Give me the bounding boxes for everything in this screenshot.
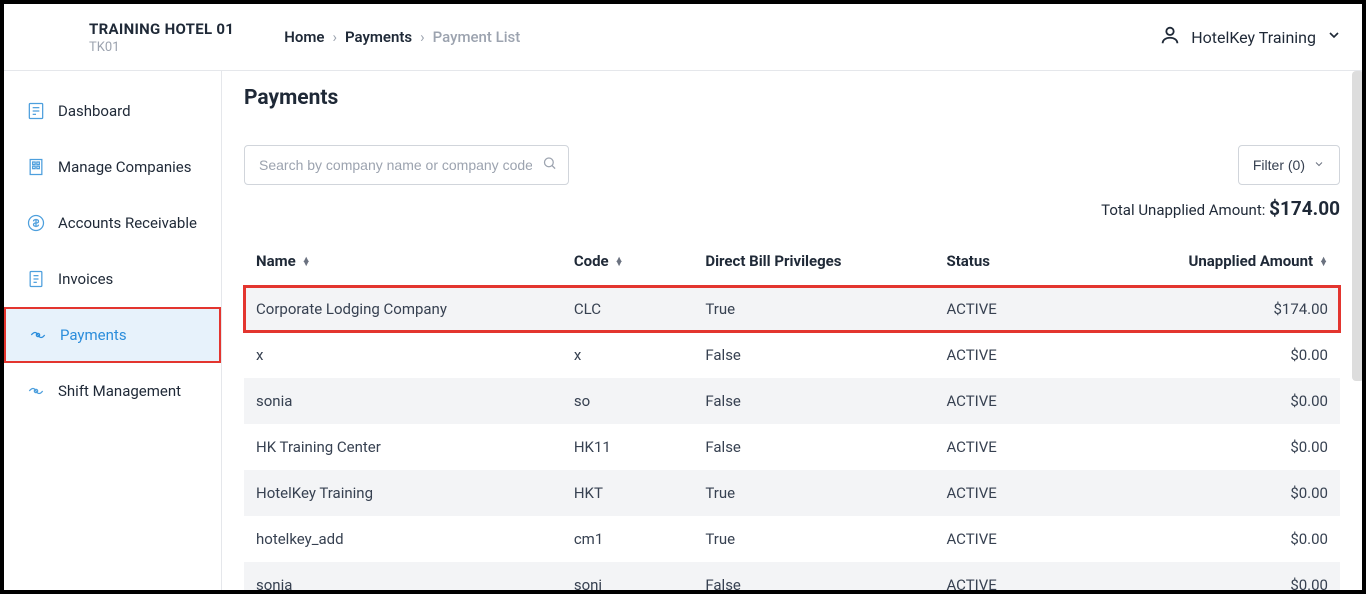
dashboard-icon	[26, 101, 46, 121]
cell-status: ACTIVE	[934, 286, 1175, 332]
cell-amt: $0.00	[1176, 562, 1340, 590]
table-row[interactable]: soniasoniFalseACTIVE$0.00	[244, 562, 1340, 590]
chevron-down-icon	[1313, 157, 1325, 173]
cell-name: sonia	[244, 378, 562, 424]
sidebar-item-label: Shift Management	[58, 382, 181, 400]
col-priv[interactable]: Direct Bill Privileges	[693, 242, 934, 286]
cell-name: hotelkey_add	[244, 516, 562, 562]
cell-name: HotelKey Training	[244, 470, 562, 516]
invoices-icon	[26, 269, 46, 289]
sort-icon: ▲▼	[1319, 258, 1328, 267]
payments-table: Name▲▼ Code▲▼ Direct Bill Privileges Sta…	[244, 242, 1340, 590]
sidebar-item-payments[interactable]: Payments	[4, 307, 221, 363]
sidebar-item-label: Payments	[60, 326, 127, 344]
col-amount[interactable]: Unapplied Amount▲▼	[1176, 242, 1340, 286]
cell-status: ACTIVE	[934, 562, 1175, 590]
top-header: TRAINING HOTEL 01 TK01 Home › Payments ›…	[4, 4, 1362, 71]
cell-status: ACTIVE	[934, 424, 1175, 470]
sidebar-item-dashboard[interactable]: Dashboard	[4, 83, 221, 139]
sidebar-item-label: Invoices	[58, 270, 113, 288]
sidebar-item-shift[interactable]: Shift Management	[4, 363, 221, 419]
cell-priv: False	[693, 424, 934, 470]
cell-priv: True	[693, 286, 934, 332]
hotel-block: TRAINING HOTEL 01 TK01	[89, 20, 234, 55]
cell-amt: $0.00	[1176, 424, 1340, 470]
cell-code: cm1	[562, 516, 694, 562]
cell-name: Corporate Lodging Company	[244, 286, 562, 332]
search-wrap	[244, 145, 569, 185]
filter-button[interactable]: Filter (0)	[1238, 145, 1340, 185]
main-content: Payments Filter (0) Total Unapplied Amou…	[222, 71, 1362, 590]
sidebar-item-invoices[interactable]: Invoices	[4, 251, 221, 307]
cell-status: ACTIVE	[934, 516, 1175, 562]
cell-code: so	[562, 378, 694, 424]
cell-priv: False	[693, 562, 934, 590]
sidebar-item-label: Manage Companies	[58, 158, 191, 176]
cell-priv: True	[693, 516, 934, 562]
sidebar-item-ar[interactable]: Accounts Receivable	[4, 195, 221, 251]
sidebar-item-label: Dashboard	[58, 102, 131, 120]
cell-amt: $0.00	[1176, 516, 1340, 562]
cell-name: HK Training Center	[244, 424, 562, 470]
cell-amt: $0.00	[1176, 332, 1340, 378]
user-icon	[1159, 24, 1181, 50]
breadcrumb-payments[interactable]: Payments	[345, 28, 412, 46]
table-row[interactable]: Corporate Lodging CompanyCLCTrueACTIVE$1…	[244, 286, 1340, 332]
cell-code: HKT	[562, 470, 694, 516]
table-row[interactable]: xxFalseACTIVE$0.00	[244, 332, 1340, 378]
scrollbar[interactable]	[1352, 71, 1362, 381]
chevron-right-icon: ›	[420, 28, 425, 46]
breadcrumb: Home › Payments › Payment List	[284, 28, 520, 46]
total-unapplied: Total Unapplied Amount: $174.00	[244, 197, 1340, 220]
table-row[interactable]: HK Training CenterHK11FalseACTIVE$0.00	[244, 424, 1340, 470]
cell-status: ACTIVE	[934, 332, 1175, 378]
toolbar: Filter (0)	[244, 145, 1340, 185]
user-menu[interactable]: HotelKey Training	[1159, 24, 1342, 50]
table-row[interactable]: hotelkey_addcm1TrueACTIVE$0.00	[244, 516, 1340, 562]
search-input[interactable]	[244, 145, 569, 185]
chevron-right-icon: ›	[332, 28, 337, 46]
filter-label: Filter (0)	[1253, 157, 1305, 173]
col-name[interactable]: Name▲▼	[244, 242, 562, 286]
sidebar-item-label: Accounts Receivable	[58, 214, 197, 232]
companies-icon	[26, 157, 46, 177]
sort-icon: ▲▼	[302, 258, 311, 267]
sort-icon: ▲▼	[615, 258, 624, 267]
breadcrumb-home[interactable]: Home	[284, 28, 324, 46]
cell-priv: False	[693, 332, 934, 378]
search-icon	[542, 156, 557, 175]
breadcrumb-current: Payment List	[433, 28, 521, 46]
table-row[interactable]: soniasoFalseACTIVE$0.00	[244, 378, 1340, 424]
cell-status: ACTIVE	[934, 470, 1175, 516]
cell-code: CLC	[562, 286, 694, 332]
chevron-down-icon	[1326, 27, 1342, 47]
sidebar: Dashboard Manage Companies Accounts Rece…	[4, 71, 222, 590]
cell-name: x	[244, 332, 562, 378]
cell-status: ACTIVE	[934, 378, 1175, 424]
shift-icon	[26, 381, 46, 401]
cell-amt: $0.00	[1176, 378, 1340, 424]
cell-priv: True	[693, 470, 934, 516]
receivable-icon	[26, 213, 46, 233]
table-header-row: Name▲▼ Code▲▼ Direct Bill Privileges Sta…	[244, 242, 1340, 286]
header-left: TRAINING HOTEL 01 TK01 Home › Payments ›…	[24, 20, 520, 55]
sidebar-item-companies[interactable]: Manage Companies	[4, 139, 221, 195]
table-row[interactable]: HotelKey TrainingHKTTrueACTIVE$0.00	[244, 470, 1340, 516]
cell-name: sonia	[244, 562, 562, 590]
cell-amt: $174.00	[1176, 286, 1340, 332]
cell-amt: $0.00	[1176, 470, 1340, 516]
page-title: Payments	[244, 86, 1340, 110]
cell-code: soni	[562, 562, 694, 590]
cell-code: x	[562, 332, 694, 378]
user-label: HotelKey Training	[1191, 28, 1316, 47]
hotel-name: TRAINING HOTEL 01	[89, 20, 234, 38]
hotel-code: TK01	[89, 40, 234, 55]
cell-priv: False	[693, 378, 934, 424]
total-label: Total Unapplied Amount:	[1101, 201, 1269, 219]
cell-code: HK11	[562, 424, 694, 470]
col-code[interactable]: Code▲▼	[562, 242, 694, 286]
total-value: $174.00	[1269, 197, 1340, 220]
col-status[interactable]: Status	[934, 242, 1175, 286]
payments-icon	[28, 325, 48, 345]
